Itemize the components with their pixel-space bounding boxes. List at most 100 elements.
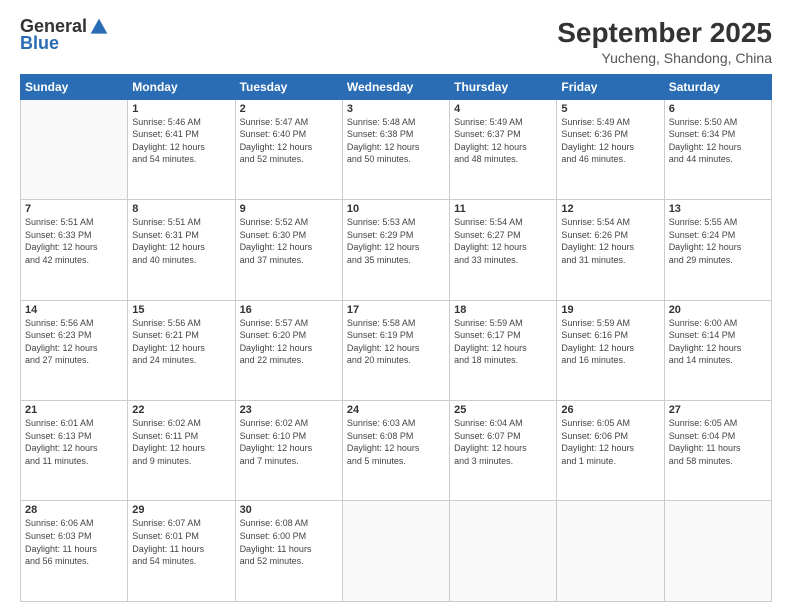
table-row: 30Sunrise: 6:08 AM Sunset: 6:00 PM Dayli… xyxy=(235,501,342,602)
day-number: 18 xyxy=(454,304,552,316)
day-number: 8 xyxy=(132,203,230,215)
day-number: 15 xyxy=(132,304,230,316)
day-info: Sunrise: 6:03 AM Sunset: 6:08 PM Dayligh… xyxy=(347,417,445,467)
table-row: 29Sunrise: 6:07 AM Sunset: 6:01 PM Dayli… xyxy=(128,501,235,602)
day-number: 17 xyxy=(347,304,445,316)
day-number: 23 xyxy=(240,404,338,416)
day-info: Sunrise: 6:05 AM Sunset: 6:06 PM Dayligh… xyxy=(561,417,659,467)
table-row: 9Sunrise: 5:52 AM Sunset: 6:30 PM Daylig… xyxy=(235,200,342,300)
table-row xyxy=(342,501,449,602)
day-number: 5 xyxy=(561,103,659,115)
day-number: 24 xyxy=(347,404,445,416)
day-info: Sunrise: 6:04 AM Sunset: 6:07 PM Dayligh… xyxy=(454,417,552,467)
day-number: 22 xyxy=(132,404,230,416)
title-block: September 2025 Yucheng, Shandong, China xyxy=(557,16,772,66)
day-number: 26 xyxy=(561,404,659,416)
table-row: 21Sunrise: 6:01 AM Sunset: 6:13 PM Dayli… xyxy=(21,401,128,501)
table-row: 1Sunrise: 5:46 AM Sunset: 6:41 PM Daylig… xyxy=(128,99,235,199)
day-info: Sunrise: 6:00 AM Sunset: 6:14 PM Dayligh… xyxy=(669,317,767,367)
day-info: Sunrise: 5:54 AM Sunset: 6:26 PM Dayligh… xyxy=(561,216,659,266)
table-row xyxy=(664,501,771,602)
calendar-week-row: 7Sunrise: 5:51 AM Sunset: 6:33 PM Daylig… xyxy=(21,200,772,300)
day-info: Sunrise: 5:56 AM Sunset: 6:23 PM Dayligh… xyxy=(25,317,123,367)
table-row: 11Sunrise: 5:54 AM Sunset: 6:27 PM Dayli… xyxy=(450,200,557,300)
month-title: September 2025 xyxy=(557,16,772,50)
day-number: 7 xyxy=(25,203,123,215)
logo: General Blue xyxy=(20,16,109,54)
table-row: 26Sunrise: 6:05 AM Sunset: 6:06 PM Dayli… xyxy=(557,401,664,501)
day-number: 2 xyxy=(240,103,338,115)
calendar-week-row: 21Sunrise: 6:01 AM Sunset: 6:13 PM Dayli… xyxy=(21,401,772,501)
table-row: 18Sunrise: 5:59 AM Sunset: 6:17 PM Dayli… xyxy=(450,300,557,400)
table-row xyxy=(450,501,557,602)
table-row: 13Sunrise: 5:55 AM Sunset: 6:24 PM Dayli… xyxy=(664,200,771,300)
table-row: 23Sunrise: 6:02 AM Sunset: 6:10 PM Dayli… xyxy=(235,401,342,501)
table-row xyxy=(21,99,128,199)
day-number: 16 xyxy=(240,304,338,316)
day-info: Sunrise: 5:47 AM Sunset: 6:40 PM Dayligh… xyxy=(240,116,338,166)
day-number: 4 xyxy=(454,103,552,115)
table-row: 22Sunrise: 6:02 AM Sunset: 6:11 PM Dayli… xyxy=(128,401,235,501)
day-info: Sunrise: 5:54 AM Sunset: 6:27 PM Dayligh… xyxy=(454,216,552,266)
day-number: 19 xyxy=(561,304,659,316)
table-row: 10Sunrise: 5:53 AM Sunset: 6:29 PM Dayli… xyxy=(342,200,449,300)
table-row xyxy=(557,501,664,602)
day-info: Sunrise: 5:52 AM Sunset: 6:30 PM Dayligh… xyxy=(240,216,338,266)
day-number: 9 xyxy=(240,203,338,215)
table-row: 8Sunrise: 5:51 AM Sunset: 6:31 PM Daylig… xyxy=(128,200,235,300)
location: Yucheng, Shandong, China xyxy=(557,50,772,66)
table-row: 12Sunrise: 5:54 AM Sunset: 6:26 PM Dayli… xyxy=(557,200,664,300)
day-info: Sunrise: 5:49 AM Sunset: 6:37 PM Dayligh… xyxy=(454,116,552,166)
header-wednesday: Wednesday xyxy=(342,74,449,99)
calendar-week-row: 1Sunrise: 5:46 AM Sunset: 6:41 PM Daylig… xyxy=(21,99,772,199)
day-number: 6 xyxy=(669,103,767,115)
day-number: 14 xyxy=(25,304,123,316)
day-info: Sunrise: 5:48 AM Sunset: 6:38 PM Dayligh… xyxy=(347,116,445,166)
day-info: Sunrise: 6:06 AM Sunset: 6:03 PM Dayligh… xyxy=(25,517,123,567)
table-row: 19Sunrise: 5:59 AM Sunset: 6:16 PM Dayli… xyxy=(557,300,664,400)
header-tuesday: Tuesday xyxy=(235,74,342,99)
day-info: Sunrise: 5:51 AM Sunset: 6:31 PM Dayligh… xyxy=(132,216,230,266)
table-row: 14Sunrise: 5:56 AM Sunset: 6:23 PM Dayli… xyxy=(21,300,128,400)
header-saturday: Saturday xyxy=(664,74,771,99)
day-info: Sunrise: 6:05 AM Sunset: 6:04 PM Dayligh… xyxy=(669,417,767,467)
day-info: Sunrise: 6:01 AM Sunset: 6:13 PM Dayligh… xyxy=(25,417,123,467)
header-thursday: Thursday xyxy=(450,74,557,99)
header-friday: Friday xyxy=(557,74,664,99)
day-info: Sunrise: 6:07 AM Sunset: 6:01 PM Dayligh… xyxy=(132,517,230,567)
calendar-table: Sunday Monday Tuesday Wednesday Thursday… xyxy=(20,74,772,602)
day-number: 28 xyxy=(25,504,123,516)
day-info: Sunrise: 5:51 AM Sunset: 6:33 PM Dayligh… xyxy=(25,216,123,266)
day-info: Sunrise: 5:53 AM Sunset: 6:29 PM Dayligh… xyxy=(347,216,445,266)
day-info: Sunrise: 5:49 AM Sunset: 6:36 PM Dayligh… xyxy=(561,116,659,166)
table-row: 6Sunrise: 5:50 AM Sunset: 6:34 PM Daylig… xyxy=(664,99,771,199)
day-info: Sunrise: 5:46 AM Sunset: 6:41 PM Dayligh… xyxy=(132,116,230,166)
table-row: 20Sunrise: 6:00 AM Sunset: 6:14 PM Dayli… xyxy=(664,300,771,400)
day-number: 27 xyxy=(669,404,767,416)
day-number: 21 xyxy=(25,404,123,416)
day-number: 29 xyxy=(132,504,230,516)
day-number: 13 xyxy=(669,203,767,215)
table-row: 24Sunrise: 6:03 AM Sunset: 6:08 PM Dayli… xyxy=(342,401,449,501)
day-info: Sunrise: 5:59 AM Sunset: 6:17 PM Dayligh… xyxy=(454,317,552,367)
table-row: 27Sunrise: 6:05 AM Sunset: 6:04 PM Dayli… xyxy=(664,401,771,501)
day-info: Sunrise: 5:59 AM Sunset: 6:16 PM Dayligh… xyxy=(561,317,659,367)
table-row: 4Sunrise: 5:49 AM Sunset: 6:37 PM Daylig… xyxy=(450,99,557,199)
header: General Blue September 2025 Yucheng, Sha… xyxy=(20,16,772,66)
table-row: 25Sunrise: 6:04 AM Sunset: 6:07 PM Dayli… xyxy=(450,401,557,501)
day-number: 10 xyxy=(347,203,445,215)
day-info: Sunrise: 5:55 AM Sunset: 6:24 PM Dayligh… xyxy=(669,216,767,266)
day-info: Sunrise: 5:56 AM Sunset: 6:21 PM Dayligh… xyxy=(132,317,230,367)
logo-blue-text: Blue xyxy=(20,33,59,54)
table-row: 15Sunrise: 5:56 AM Sunset: 6:21 PM Dayli… xyxy=(128,300,235,400)
day-info: Sunrise: 5:57 AM Sunset: 6:20 PM Dayligh… xyxy=(240,317,338,367)
table-row: 5Sunrise: 5:49 AM Sunset: 6:36 PM Daylig… xyxy=(557,99,664,199)
day-info: Sunrise: 6:02 AM Sunset: 6:10 PM Dayligh… xyxy=(240,417,338,467)
table-row: 28Sunrise: 6:06 AM Sunset: 6:03 PM Dayli… xyxy=(21,501,128,602)
calendar-header-row: Sunday Monday Tuesday Wednesday Thursday… xyxy=(21,74,772,99)
table-row: 17Sunrise: 5:58 AM Sunset: 6:19 PM Dayli… xyxy=(342,300,449,400)
header-monday: Monday xyxy=(128,74,235,99)
day-info: Sunrise: 6:08 AM Sunset: 6:00 PM Dayligh… xyxy=(240,517,338,567)
day-number: 20 xyxy=(669,304,767,316)
table-row: 3Sunrise: 5:48 AM Sunset: 6:38 PM Daylig… xyxy=(342,99,449,199)
